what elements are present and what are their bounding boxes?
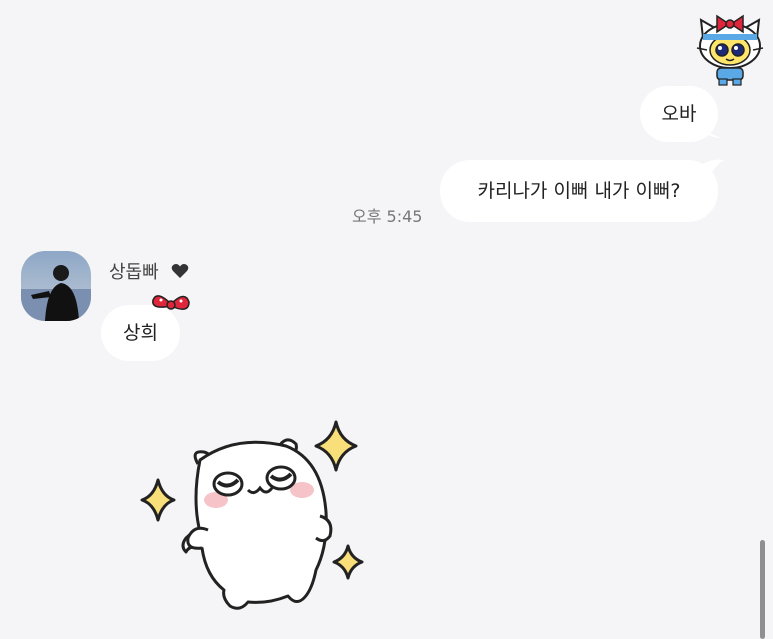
message-text: 오바 <box>661 102 697 125</box>
red-ribbon-bow-icon <box>152 295 190 310</box>
bubble-tail-icon <box>696 159 724 178</box>
sender-name-text: 상돕빠 <box>109 262 159 283</box>
scrollbar[interactable] <box>760 540 765 639</box>
avatar[interactable] <box>21 251 91 321</box>
bubble-tail-icon <box>700 120 722 138</box>
heart-icon <box>171 264 189 278</box>
sender-name: 상돕빠 <box>109 258 159 284</box>
message-timestamp: 오후 5:45 <box>352 207 423 226</box>
message-text: 카리나가 이뻐 내가 이뻐? <box>477 179 681 202</box>
my-profile-sticker-icon[interactable] <box>693 12 767 86</box>
message-text: 상희 <box>123 321 158 344</box>
sent-message-bubble[interactable]: 카리나가 이뻐 내가 이뻐? <box>440 160 718 222</box>
hamster-sparkle-sticker[interactable] <box>136 420 366 615</box>
